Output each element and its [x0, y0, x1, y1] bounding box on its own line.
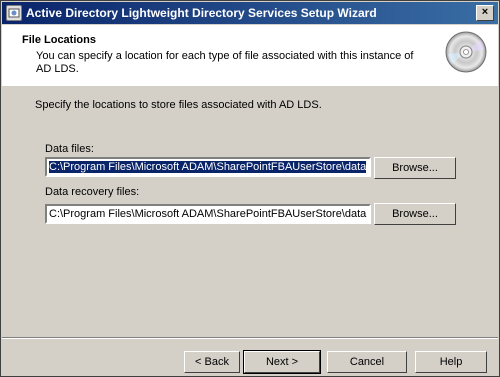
cancel-button[interactable]: Cancel: [327, 351, 407, 373]
cd-disc-icon: [444, 30, 488, 77]
window-title: Active Directory Lightweight Directory S…: [26, 6, 377, 20]
title-bar[interactable]: Active Directory Lightweight Directory S…: [2, 2, 498, 24]
recovery-files-label: Data recovery files:: [45, 186, 140, 198]
data-files-input[interactable]: C:\Program Files\Microsoft ADAM\SharePoi…: [45, 157, 371, 177]
close-button[interactable]: ×: [476, 5, 494, 21]
recovery-files-input[interactable]: C:\Program Files\Microsoft ADAM\SharePoi…: [45, 204, 371, 224]
data-files-value: C:\Program Files\Microsoft ADAM\SharePoi…: [49, 161, 367, 173]
recovery-files-value: C:\Program Files\Microsoft ADAM\SharePoi…: [49, 208, 367, 220]
setup-wizard-window: Active Directory Lightweight Directory S…: [0, 0, 500, 377]
header-divider: [2, 85, 498, 86]
browse-data-files-button[interactable]: Browse...: [374, 157, 456, 179]
help-button[interactable]: Help: [415, 351, 487, 373]
browse-recovery-files-button[interactable]: Browse...: [374, 203, 456, 225]
back-button[interactable]: < Back: [184, 351, 240, 373]
wizard-header: File Locations You can specify a locatio…: [2, 25, 498, 86]
next-button[interactable]: Next >: [243, 350, 321, 374]
page-subtitle: You can specify a location for each type…: [36, 50, 414, 75]
intro-text: Specify the locations to store files ass…: [35, 99, 322, 111]
page-title: File Locations: [22, 34, 96, 46]
footer-divider: [2, 337, 498, 339]
data-files-label: Data files:: [45, 143, 94, 155]
wizard-app-icon: [6, 5, 22, 21]
